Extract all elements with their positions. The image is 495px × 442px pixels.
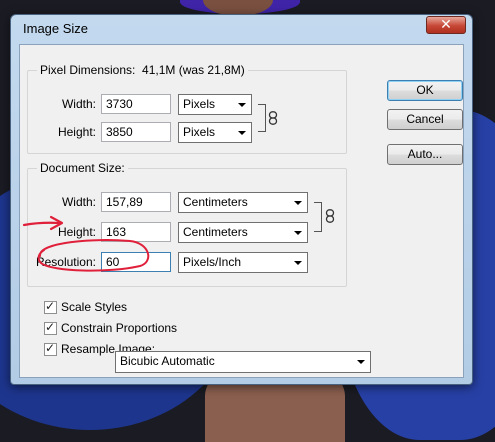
red-circle-annotation: [37, 239, 150, 272]
